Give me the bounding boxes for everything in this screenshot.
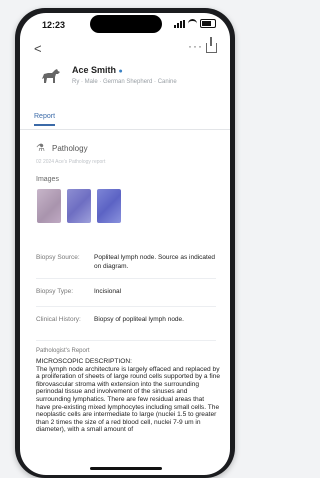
status-icons	[174, 19, 216, 28]
status-time: 12:23	[42, 20, 66, 30]
dog-icon	[42, 69, 60, 83]
home-indicator[interactable]	[90, 467, 162, 470]
biopsy-type-row: Biopsy Type: Incisional	[36, 288, 218, 298]
verified-dot-icon: ●	[118, 68, 123, 75]
back-button[interactable]: <	[34, 41, 42, 56]
pathologist-report: MICROSCOPIC DESCRIPTION: The lymph node …	[36, 358, 220, 434]
biopsy-source-row: Biopsy Source: Popliteal lymph node. Sou…	[36, 254, 218, 272]
app-screen: 12:23 < ··· Ace Smith ● Ry · Male · Germ…	[20, 13, 230, 475]
more-options-button[interactable]: ···	[188, 39, 203, 53]
phone-frame: 12:23 < ··· Ace Smith ● Ry · Male · Germ…	[15, 8, 235, 478]
divider	[36, 278, 216, 279]
top-nav: < ···	[20, 37, 230, 57]
images-label: Images	[36, 176, 59, 183]
divider	[36, 340, 216, 341]
report-label: Pathologist's Report	[36, 348, 90, 354]
tab-bar: Report	[20, 111, 230, 130]
pathology-section: ⚗ Pathology 02 2024 Ace's Pathology repo…	[20, 139, 230, 167]
divider	[36, 306, 216, 307]
clinical-history-row: Clinical History: Biopsy of popliteal ly…	[36, 316, 218, 334]
image-thumbnail[interactable]	[67, 189, 91, 223]
field-label: Clinical History:	[36, 316, 81, 323]
field-value: Biopsy of popliteal lymph node.	[94, 316, 184, 323]
signal-icon	[174, 19, 185, 28]
section-title: Pathology	[52, 144, 88, 153]
report-heading: MICROSCOPIC DESCRIPTION:	[36, 358, 132, 365]
patient-name[interactable]: Ace Smith ●	[72, 65, 123, 75]
microscope-icon: ⚗	[36, 143, 45, 154]
field-label: Biopsy Type:	[36, 288, 74, 295]
field-label: Biopsy Source:	[36, 254, 80, 261]
tab-report[interactable]: Report	[34, 113, 56, 126]
field-value: Incisional	[94, 288, 122, 295]
share-icon[interactable]	[206, 37, 217, 53]
section-subtitle: 02 2024 Ace's Pathology report	[36, 159, 106, 165]
field-value: Popliteal lymph node. Source as indicate…	[94, 254, 216, 270]
patient-details: Ry · Male · German Shepherd · Canine	[72, 79, 177, 85]
patient-header: Ace Smith ● Ry · Male · German Shepherd …	[20, 63, 230, 103]
image-thumbnail[interactable]	[37, 189, 61, 223]
image-thumbnail[interactable]	[97, 189, 121, 223]
report-body: The lymph node architecture is largely e…	[36, 365, 221, 434]
wifi-icon	[188, 19, 197, 28]
battery-icon	[200, 19, 216, 28]
notch	[90, 15, 162, 33]
